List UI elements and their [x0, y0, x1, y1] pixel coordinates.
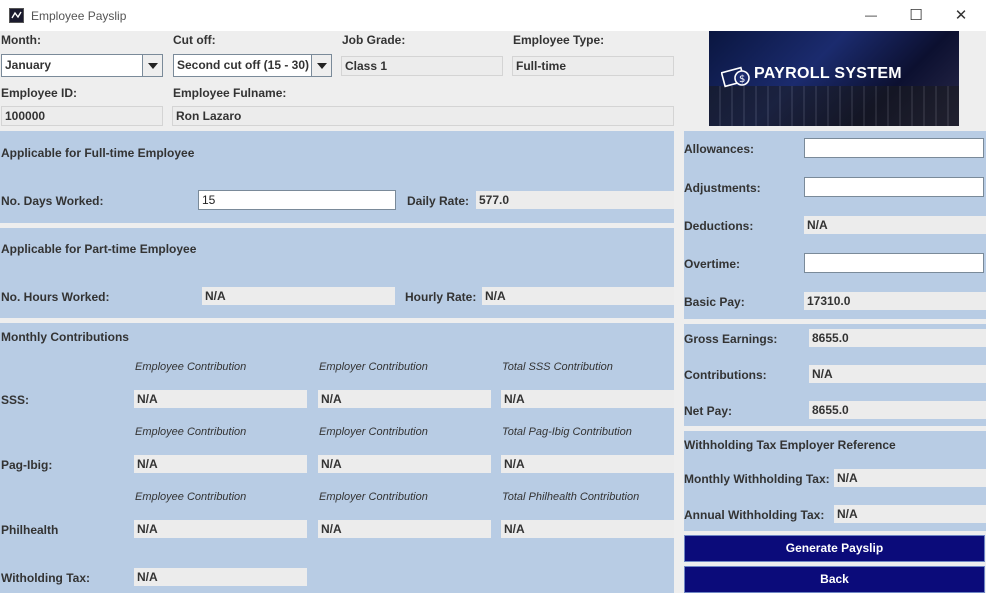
- fullname-field: Ron Lazaro: [172, 106, 674, 126]
- philhealth-employee-field: N/A: [134, 520, 307, 538]
- app-icon: [9, 8, 24, 23]
- payroll-envelope-icon: $: [720, 63, 751, 89]
- adjustments-input[interactable]: [804, 177, 984, 197]
- monthly-tax-field: N/A: [834, 469, 986, 487]
- employee-id-label: Employee ID:: [1, 86, 78, 100]
- sss-total-field: N/A: [501, 390, 674, 408]
- employee-id-field: 100000: [1, 106, 163, 126]
- cutoff-select[interactable]: Second cut off (15 - 30): [173, 54, 332, 77]
- back-button[interactable]: Back: [684, 566, 985, 593]
- hours-worked-field: N/A: [202, 287, 395, 305]
- deductions-label: Deductions:: [684, 219, 754, 233]
- net-pay-field: 8655.0: [809, 401, 986, 419]
- adjustments-label: Adjustments:: [684, 181, 761, 195]
- basic-pay-label: Basic Pay:: [684, 295, 745, 309]
- close-button[interactable]: ✕: [938, 0, 984, 31]
- contributions-total-label: Contributions:: [684, 368, 767, 382]
- job-grade-label: Job Grade:: [342, 33, 406, 47]
- philhealth-employee-col: Employee Contribution: [135, 491, 247, 503]
- pagibig-employee-field: N/A: [134, 455, 307, 473]
- minimize-button[interactable]: —: [848, 0, 894, 31]
- sss-employee-col: Employee Contribution: [135, 361, 247, 373]
- sss-employee-field: N/A: [134, 390, 307, 408]
- job-grade-field: Class 1: [341, 56, 503, 76]
- pagibig-employer-col: Employer Contribution: [319, 426, 428, 438]
- contributions-total-field: N/A: [809, 365, 986, 383]
- sss-employer-field: N/A: [318, 390, 491, 408]
- employee-type-label: Employee Type:: [513, 33, 605, 47]
- days-worked-label: No. Days Worked:: [1, 194, 104, 208]
- tax-heading: Withholding Tax Employer Reference: [684, 438, 896, 452]
- deductions-field: N/A: [804, 216, 986, 234]
- daily-rate-label: Daily Rate:: [407, 194, 470, 208]
- fullname-label: Employee Fulname:: [173, 86, 287, 100]
- sss-employer-col: Employer Contribution: [319, 361, 428, 373]
- pagibig-employer-field: N/A: [318, 455, 491, 473]
- fulltime-heading: Applicable for Full-time Employee: [1, 146, 195, 160]
- chevron-down-icon[interactable]: [142, 55, 162, 76]
- hourly-rate-field: N/A: [482, 287, 674, 305]
- monthly-tax-label: Monthly Withholding Tax:: [684, 472, 830, 486]
- parttime-heading: Applicable for Part-time Employee: [1, 242, 197, 256]
- daily-rate-field: 577.0: [476, 191, 674, 209]
- withholding-tax-field: N/A: [134, 568, 307, 586]
- gross-earnings-label: Gross Earnings:: [684, 332, 778, 346]
- pagibig-total-field: N/A: [501, 455, 674, 473]
- pagibig-total-col: Total Pag-Ibig Contribution: [502, 426, 632, 438]
- cutoff-select-value: Second cut off (15 - 30): [177, 58, 310, 72]
- banner-title: PAYROLL SYSTEM: [754, 65, 902, 82]
- net-pay-label: Net Pay:: [684, 404, 733, 418]
- basic-pay-field: 17310.0: [804, 292, 986, 310]
- month-label: Month:: [1, 33, 41, 47]
- maximize-button[interactable]: ☐: [893, 0, 939, 31]
- pagibig-employee-col: Employee Contribution: [135, 426, 247, 438]
- philhealth-total-col: Total Philhealth Contribution: [502, 491, 640, 503]
- annual-tax-label: Annual Withholding Tax:: [684, 508, 825, 522]
- chevron-down-icon[interactable]: [311, 55, 331, 76]
- allowances-input[interactable]: [804, 138, 984, 158]
- annual-tax-field: N/A: [834, 505, 986, 523]
- philhealth-employer-col: Employer Contribution: [319, 491, 428, 503]
- contributions-heading: Monthly Contributions: [1, 330, 129, 344]
- overtime-input[interactable]: [804, 253, 984, 273]
- employee-type-field: Full-time: [512, 56, 674, 76]
- days-worked-input[interactable]: 15: [198, 190, 396, 210]
- withholding-tax-label: Witholding Tax:: [1, 571, 90, 585]
- pagibig-label: Pag-Ibig:: [1, 458, 53, 472]
- payroll-banner: $ PAYROLL SYSTEM: [709, 31, 959, 126]
- philhealth-label: Philhealth: [1, 523, 59, 537]
- gross-earnings-field: 8655.0: [809, 329, 986, 347]
- hours-worked-label: No. Hours Worked:: [1, 290, 110, 304]
- window-titlebar: Employee Payslip — ☐ ✕: [0, 0, 986, 31]
- generate-payslip-button[interactable]: Generate Payslip: [684, 535, 985, 562]
- hourly-rate-label: Hourly Rate:: [405, 290, 477, 304]
- month-select[interactable]: January: [1, 54, 163, 77]
- philhealth-employer-field: N/A: [318, 520, 491, 538]
- svg-text:$: $: [739, 74, 745, 85]
- cutoff-label: Cut off:: [173, 33, 216, 47]
- allowances-label: Allowances:: [684, 142, 755, 156]
- window-title: Employee Payslip: [31, 9, 127, 23]
- month-select-value: January: [5, 58, 52, 72]
- sss-label: SSS:: [1, 393, 30, 407]
- philhealth-total-field: N/A: [501, 520, 674, 538]
- sss-total-col: Total SSS Contribution: [502, 361, 613, 373]
- overtime-label: Overtime:: [684, 257, 741, 271]
